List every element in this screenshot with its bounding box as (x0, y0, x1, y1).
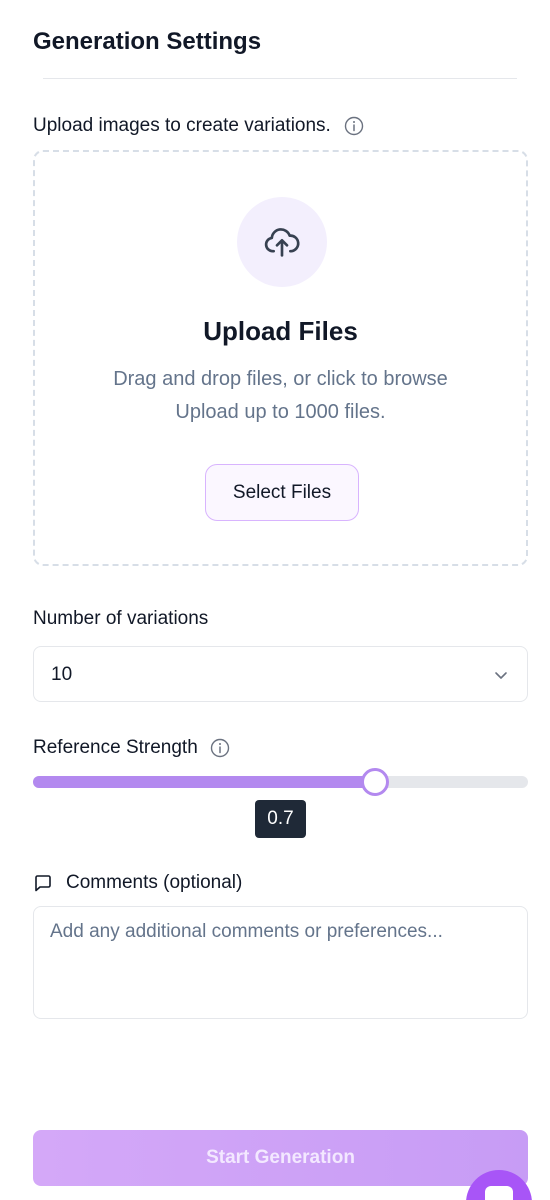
variations-select[interactable]: 10 (33, 646, 528, 702)
info-icon[interactable] (210, 738, 230, 758)
slider-thumb[interactable] (360, 768, 389, 796)
upload-label-text: Upload images to create variations. (33, 115, 331, 136)
page-title: Generation Settings (33, 28, 262, 55)
info-icon[interactable] (344, 116, 364, 136)
title-divider (43, 78, 517, 79)
comment-icon (35, 875, 51, 892)
chat-icon (485, 1186, 513, 1200)
upload-dropzone[interactable]: Upload Files Drag and drop files, or cli… (33, 150, 528, 566)
variations-label: Number of variations (33, 608, 209, 629)
strength-slider[interactable] (33, 768, 528, 796)
start-generation-button[interactable]: Start Generation (33, 1130, 528, 1186)
upload-label: Upload images to create variations. (33, 115, 364, 137)
select-files-button[interactable]: Select Files (205, 464, 359, 521)
chevron-down-icon (495, 672, 507, 679)
upload-description: Drag and drop files, or click to browse (113, 368, 448, 390)
upload-heading: Upload Files (203, 316, 358, 346)
upload-limit: Upload up to 1000 files. (175, 401, 386, 423)
comments-textarea[interactable] (33, 906, 528, 1019)
variations-value: 10 (51, 664, 73, 685)
slider-fill (33, 776, 375, 788)
comments-label-text: Comments (optional) (66, 872, 243, 893)
upload-icon-circle (237, 197, 327, 287)
cloud-upload-icon (264, 228, 300, 257)
strength-label: Reference Strength (33, 737, 230, 759)
strength-label-text: Reference Strength (33, 737, 198, 758)
comments-label: Comments (optional) (33, 872, 242, 894)
strength-value-badge: 0.7 (255, 800, 306, 838)
